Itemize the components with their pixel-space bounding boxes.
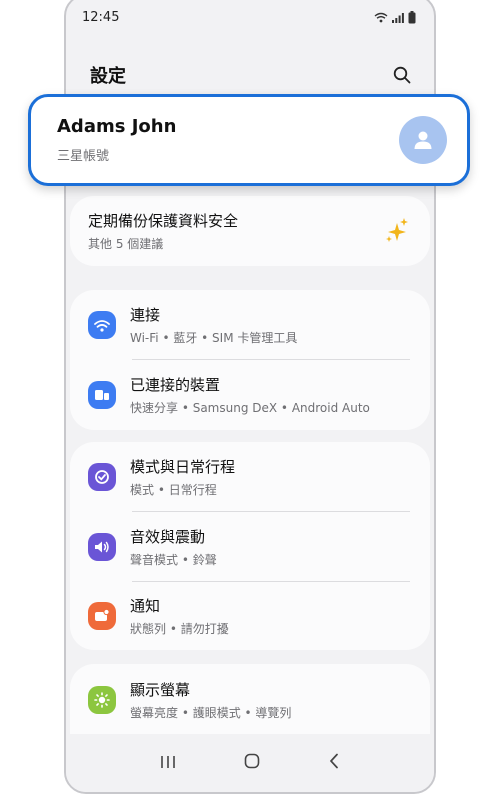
search-icon: [393, 66, 411, 84]
list-item-connections[interactable]: 連接 Wi-Fi • 藍牙 • SIM 卡管理工具: [70, 290, 430, 360]
account-card[interactable]: Adams John 三星帳號: [28, 94, 470, 186]
home-button[interactable]: [244, 753, 260, 773]
sound-icon: [88, 533, 116, 561]
item-title: 已連接的裝置: [130, 376, 221, 394]
navigation-bar: [66, 734, 434, 792]
account-subtitle: 三星帳號: [57, 149, 110, 164]
list-item-connected-devices[interactable]: 已連接的裝置 快速分享 • Samsung DeX • Android Auto: [70, 360, 430, 430]
list-item-modes[interactable]: 模式與日常行程 模式 • 日常行程: [70, 442, 430, 512]
devices-icon: [88, 381, 116, 409]
signal-icon: [392, 12, 404, 23]
item-title: 通知: [130, 597, 161, 615]
status-icons: [374, 10, 416, 24]
status-bar: 12:45: [66, 2, 434, 32]
sparkle-icon: [386, 218, 408, 242]
wifi-status-icon: [374, 12, 388, 22]
item-subtitle: 聲音模式 • 鈴聲: [130, 553, 217, 567]
search-button[interactable]: [390, 63, 414, 87]
account-name: Adams John: [57, 116, 177, 137]
list-item-display[interactable]: 顯示螢幕 螢幕亮度 • 護眼模式 • 導覽列: [70, 664, 430, 736]
list-item-notifications[interactable]: 通知 狀態列 • 請勿打擾: [70, 582, 430, 650]
item-title: 顯示螢幕: [130, 681, 191, 699]
suggestion-title: 定期備份保護資料安全: [88, 212, 239, 230]
suggestion-card[interactable]: 定期備份保護資料安全 其他 5 個建議: [70, 196, 430, 266]
modes-icon: [88, 463, 116, 491]
item-title: 模式與日常行程: [130, 458, 236, 476]
battery-icon: [408, 10, 416, 23]
back-icon: [330, 753, 338, 769]
recents-icon: [161, 755, 175, 768]
display-icon: [88, 686, 116, 714]
list-item-sound[interactable]: 音效與震動 聲音模式 • 鈴聲: [70, 512, 430, 582]
wifi-icon: [88, 311, 116, 339]
status-time: 12:45: [82, 9, 120, 25]
notification-icon: [88, 602, 116, 630]
item-subtitle: 模式 • 日常行程: [130, 483, 217, 497]
back-button[interactable]: [328, 753, 340, 773]
home-icon: [244, 753, 260, 769]
header: 設定: [66, 58, 434, 92]
person-icon: [414, 131, 432, 149]
page-title: 設定: [90, 66, 126, 87]
suggestion-subtitle: 其他 5 個建議: [88, 237, 164, 251]
settings-group-modes: 模式與日常行程 模式 • 日常行程 音效與震動 聲音模式 • 鈴聲 通知 狀態列…: [70, 442, 430, 650]
item-subtitle: 狀態列 • 請勿打擾: [130, 622, 229, 636]
item-title: 連接: [130, 306, 161, 324]
settings-group-connections: 連接 Wi-Fi • 藍牙 • SIM 卡管理工具 已連接的裝置 快速分享 • …: [70, 290, 430, 430]
item-subtitle: 快速分享 • Samsung DeX • Android Auto: [130, 401, 370, 415]
recents-button[interactable]: [160, 754, 176, 773]
avatar: [399, 116, 447, 164]
item-title: 音效與震動: [130, 528, 206, 546]
item-subtitle: Wi-Fi • 藍牙 • SIM 卡管理工具: [130, 331, 298, 345]
item-subtitle: 螢幕亮度 • 護眼模式 • 導覽列: [130, 706, 292, 720]
